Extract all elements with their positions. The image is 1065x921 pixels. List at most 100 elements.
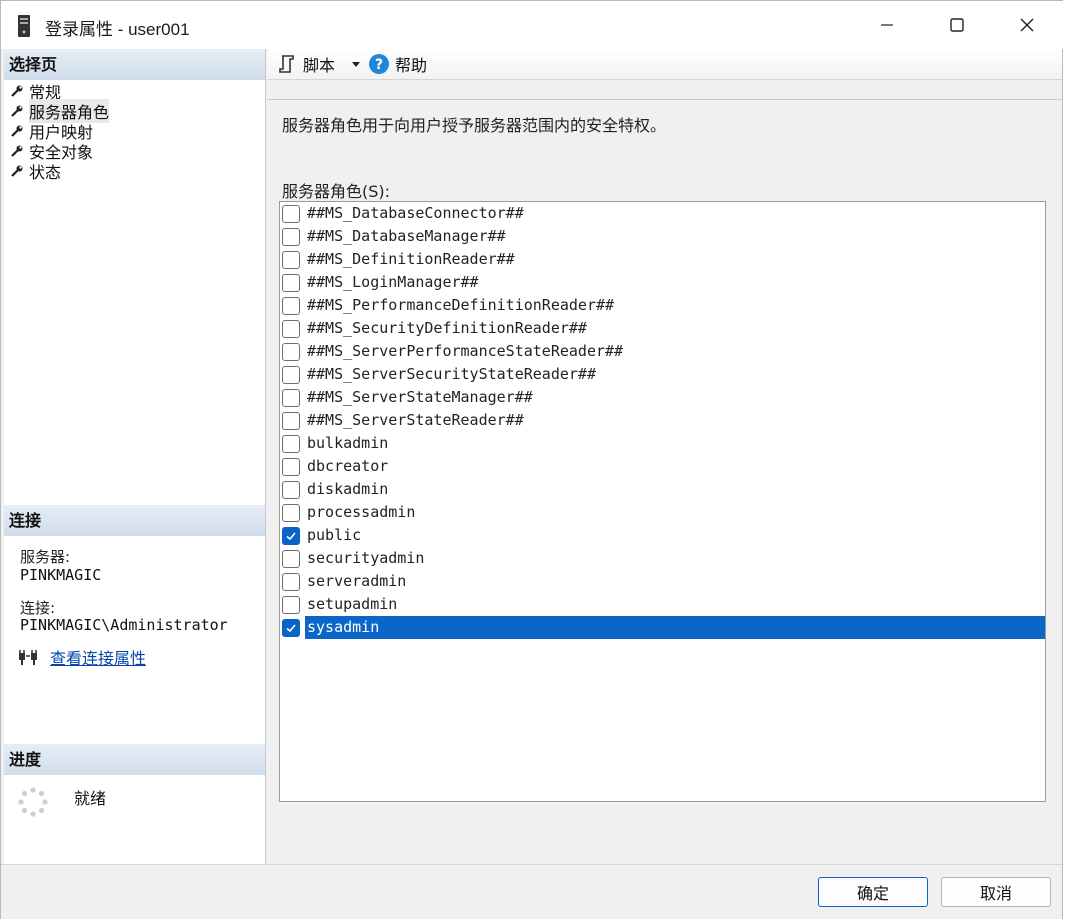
maximize-button[interactable]: [922, 1, 992, 49]
select-page-header: 选择页: [4, 49, 265, 80]
role-row[interactable]: ##MS_SecurityDefinitionReader##: [281, 317, 1045, 340]
role-name: diskadmin: [307, 480, 389, 498]
nav-item-user-mapping[interactable]: 用户映射: [10, 121, 93, 142]
role-checkbox[interactable]: [282, 296, 300, 315]
server-roles-list[interactable]: ##MS_DatabaseConnector## ##MS_DatabaseMan…: [279, 201, 1046, 802]
role-name: serveradmin: [307, 572, 407, 590]
close-icon: [1020, 18, 1034, 32]
svg-text:?: ?: [375, 57, 383, 73]
plug-icon: [19, 650, 37, 665]
role-row[interactable]: ##MS_ServerPerformanceStateReader##: [281, 340, 1045, 363]
role-name: securityadmin: [307, 549, 425, 567]
minimize-icon: [881, 24, 893, 26]
role-row[interactable]: ##MS_PerformanceDefinitionReader##: [281, 294, 1045, 317]
role-row[interactable]: processadmin: [281, 501, 1045, 524]
maximize-icon: [950, 18, 964, 32]
connection-value: PINKMAGIC\Administrator: [20, 616, 228, 634]
role-name: dbcreator: [307, 457, 389, 475]
wrench-icon: [11, 165, 23, 177]
wrench-icon: [11, 145, 23, 157]
role-checkbox[interactable]: [282, 342, 300, 361]
nav-item-server-roles[interactable]: 服务器角色: [10, 99, 110, 123]
role-checkbox[interactable]: [282, 204, 300, 223]
nav-item-securables[interactable]: 安全对象: [10, 141, 93, 162]
cancel-button[interactable]: 取消: [941, 877, 1051, 907]
wrench-icon: [11, 105, 23, 117]
minimize-button[interactable]: [852, 1, 922, 49]
connection-label: 连接:: [20, 599, 56, 617]
role-checkbox[interactable]: [282, 480, 300, 499]
nav-item-general[interactable]: 常规: [10, 81, 61, 102]
window-title: 登录属性 - user001: [45, 20, 190, 39]
role-row[interactable]: ##MS_ServerSecurityStateReader##: [281, 363, 1045, 386]
role-checkbox[interactable]: [282, 434, 300, 453]
server-roles-panel: 服务器角色用于向用户授予服务器范围内的安全特权。 服务器角色(S): ##MS_…: [267, 99, 1062, 864]
role-checkbox[interactable]: [282, 526, 300, 545]
toolbar: 脚本 ? 帮助: [267, 49, 1062, 80]
check-icon: [286, 623, 296, 632]
role-row[interactable]: setupadmin: [281, 593, 1045, 616]
script-dropdown-button[interactable]: [351, 52, 361, 76]
role-row[interactable]: diskadmin: [281, 478, 1045, 501]
role-checkbox[interactable]: [282, 618, 300, 637]
role-name: ##MS_ServerPerformanceStateReader##: [307, 342, 624, 360]
dialog-footer: 确定 取消: [1, 864, 1062, 919]
script-label: 脚本: [303, 56, 336, 75]
login-properties-window: 登录属性 - user001 选择页 常规 服务器角色 用户映射 安全对象 状态…: [0, 0, 1064, 919]
role-row[interactable]: public: [281, 524, 1045, 547]
script-icon: [279, 55, 294, 73]
role-row[interactable]: ##MS_LoginManager##: [281, 271, 1045, 294]
role-checkbox[interactable]: [282, 388, 300, 407]
role-name: ##MS_PerformanceDefinitionReader##: [307, 296, 615, 314]
role-name: ##MS_DatabaseManager##: [307, 227, 506, 245]
role-row[interactable]: ##MS_ServerStateReader##: [281, 409, 1045, 432]
role-checkbox[interactable]: [282, 273, 300, 292]
role-checkbox[interactable]: [282, 319, 300, 338]
role-row[interactable]: ##MS_ServerStateManager##: [281, 386, 1045, 409]
role-name: processadmin: [307, 503, 416, 521]
role-checkbox[interactable]: [282, 227, 300, 246]
progress-status: 就绪: [74, 789, 107, 808]
view-connection-properties-link[interactable]: 查看连接属性: [50, 645, 146, 669]
role-name: ##MS_LoginManager##: [307, 273, 479, 291]
role-checkbox[interactable]: [282, 549, 300, 568]
server-value: PINKMAGIC: [20, 566, 102, 584]
role-checkbox[interactable]: [282, 365, 300, 384]
help-icon: ?: [369, 54, 389, 74]
progress-spinner-icon: [18, 787, 48, 817]
server-roles-description: 服务器角色用于向用户授予服务器范围内的安全特权。: [282, 116, 667, 135]
role-checkbox[interactable]: [282, 503, 300, 522]
nav-item-status[interactable]: 状态: [10, 161, 62, 182]
role-row[interactable]: ##MS_DatabaseManager##: [281, 225, 1045, 248]
role-row[interactable]: ##MS_DatabaseConnector##: [281, 202, 1045, 225]
role-name: sysadmin: [305, 616, 1045, 639]
check-icon: [286, 531, 296, 540]
role-row[interactable]: dbcreator: [281, 455, 1045, 478]
server-icon: [18, 15, 30, 37]
role-row[interactable]: securityadmin: [281, 547, 1045, 570]
role-checkbox[interactable]: [282, 457, 300, 476]
role-row[interactable]: ##MS_DefinitionReader##: [281, 248, 1045, 271]
role-row[interactable]: serveradmin: [281, 570, 1045, 593]
script-button[interactable]: 脚本: [277, 52, 335, 76]
wrench-icon: [11, 85, 23, 97]
title-bar[interactable]: 登录属性 - user001: [1, 1, 1064, 49]
left-pane: 选择页 常规 服务器角色 用户映射 安全对象 状态 连接 服务器: PINKMA…: [4, 49, 266, 864]
close-button[interactable]: [992, 1, 1062, 49]
caret-down-icon: [352, 62, 360, 67]
role-row[interactable]: sysadmin: [281, 616, 1045, 639]
role-name: ##MS_DefinitionReader##: [307, 250, 515, 268]
nav-item-label: 状态: [29, 163, 62, 182]
help-button[interactable]: ? 帮助: [368, 52, 427, 76]
role-name: ##MS_ServerStateReader##: [307, 411, 524, 429]
progress-header: 进度: [4, 744, 265, 775]
role-checkbox[interactable]: [282, 250, 300, 269]
role-name: public: [307, 526, 362, 544]
role-checkbox[interactable]: [282, 595, 300, 614]
ok-button[interactable]: 确定: [818, 877, 928, 907]
server-label: 服务器:: [20, 548, 71, 566]
role-checkbox[interactable]: [282, 411, 300, 430]
role-checkbox[interactable]: [282, 572, 300, 591]
role-row[interactable]: bulkadmin: [281, 432, 1045, 455]
role-name: ##MS_DatabaseConnector##: [307, 204, 524, 222]
